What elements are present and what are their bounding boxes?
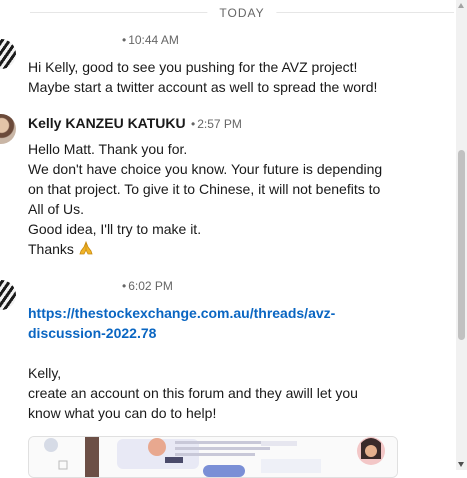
- link-line[interactable]: https://thestockexchange.com.au/threads/…: [28, 303, 358, 323]
- message-line: create an account on this forum and they…: [28, 385, 358, 401]
- folded-hands-icon: [78, 240, 94, 261]
- sender-avatar[interactable]: [0, 280, 18, 310]
- scrollbar-thumb[interactable]: [458, 150, 465, 340]
- message-body: Hello Matt. Thank you for. We don't have…: [28, 139, 382, 261]
- person-avatar-image: [0, 114, 16, 144]
- message-group-3: • 6:02 PM https://thestockexchange.com.au…: [0, 276, 440, 436]
- zebra-avatar-image: [0, 39, 16, 69]
- date-divider-label: TODAY: [207, 4, 277, 22]
- message-time: 2:57 PM: [197, 117, 242, 131]
- message-body: Hi Kelly, good to see you pushing for th…: [28, 57, 377, 97]
- message-line: Hi Kelly, good to see you pushing for th…: [28, 59, 358, 75]
- zebra-avatar-image: [0, 280, 16, 310]
- sender-name[interactable]: Kelly KANZEU KATUKU: [28, 115, 186, 131]
- scroll-up-arrow-icon[interactable]: [458, 3, 464, 8]
- message-line: All of Us.: [28, 201, 85, 217]
- sender-avatar[interactable]: [0, 114, 18, 144]
- message-line: Hello Matt. Thank you for.: [28, 141, 188, 157]
- message-meta: Kelly KANZEU KATUKU • 2:57 PM: [28, 115, 242, 132]
- message-group-1: • 10:44 AM Hi Kelly, good to see you push…: [0, 30, 440, 100]
- meta-dot: •: [190, 117, 196, 131]
- message-time: 10:44 AM: [128, 33, 179, 47]
- message-line: Good idea, I'll try to make it.: [28, 221, 202, 237]
- meta-dot: •: [122, 33, 127, 47]
- link-preview-image: [29, 437, 397, 477]
- message-line-with-emoji: Thanks: [28, 239, 382, 261]
- message-meta: • 6:02 PM: [120, 278, 173, 294]
- scroll-down-arrow-icon[interactable]: [458, 462, 464, 467]
- message-body: https://thestockexchange.com.au/threads/…: [28, 303, 358, 423]
- scrollbar[interactable]: [456, 0, 467, 470]
- message-line: Kelly,: [28, 365, 62, 381]
- message-line: We don't have choice you know. Your futu…: [28, 161, 383, 177]
- message-link[interactable]: https://thestockexchange.com.au/threads/…: [28, 303, 358, 343]
- message-meta: • 10:44 AM: [120, 32, 179, 48]
- link-preview-card[interactable]: [28, 436, 398, 478]
- message-time: 6:02 PM: [128, 279, 173, 293]
- message-line: Thanks: [28, 241, 74, 257]
- message-line: know what you can do to help!: [28, 405, 217, 421]
- message-line: on that project. To give it to Chinese, …: [28, 181, 381, 197]
- meta-dot: •: [122, 279, 127, 293]
- sender-avatar[interactable]: [0, 39, 18, 69]
- message-group-2: Kelly KANZEU KATUKU • 2:57 PM Hello Matt.…: [0, 112, 440, 262]
- message-line: Maybe start a twitter account as well to…: [28, 79, 378, 95]
- link-line[interactable]: discussion-2022.78: [28, 323, 358, 343]
- date-divider: TODAY: [30, 4, 454, 22]
